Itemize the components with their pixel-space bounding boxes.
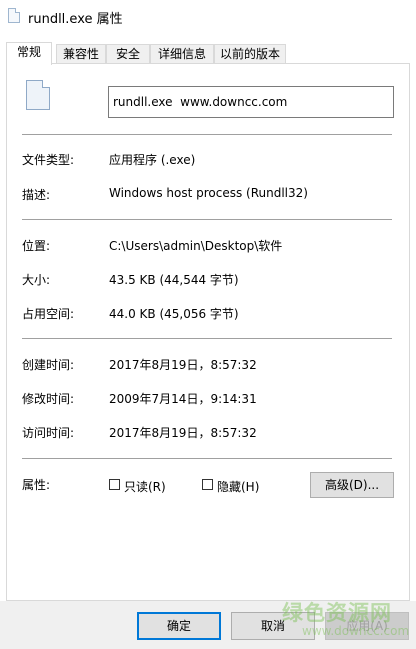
advanced-button[interactable]: 高级(D)... [310, 472, 394, 498]
tab-compatibility[interactable]: 兼容性 [56, 44, 106, 64]
cancel-button[interactable]: 取消 [231, 612, 315, 640]
tab-previous-versions[interactable]: 以前的版本 [214, 44, 286, 64]
attributes-label: 属性: [22, 478, 51, 492]
created-label: 创建时间: [22, 358, 75, 372]
modified-value: 2009年7月14日，9:14:31 [109, 392, 257, 406]
location-label: 位置: [22, 239, 51, 253]
size-on-disk-value: 44.0 KB (45,056 字节) [109, 307, 239, 321]
description-label: 描述: [22, 188, 51, 202]
file-icon [26, 80, 50, 110]
description-value: Windows host process (Rundll32) [109, 186, 308, 200]
file-icon [8, 8, 20, 23]
file-type-label: 文件类型: [22, 153, 75, 167]
tab-security[interactable]: 安全 [106, 44, 150, 64]
divider [22, 458, 392, 459]
title-bar[interactable]: rundll.exe 属性 [0, 0, 416, 32]
readonly-label[interactable]: 只读(R) [124, 478, 166, 495]
tab-general[interactable]: 常规 [6, 42, 52, 65]
divider [22, 219, 392, 220]
modified-label: 修改时间: [22, 392, 75, 406]
apply-button[interactable]: 应用(A) [325, 612, 409, 640]
window-title: rundll.exe 属性 [28, 12, 123, 27]
hidden-label[interactable]: 隐藏(H) [217, 478, 259, 495]
created-value: 2017年8月19日，8:57:32 [109, 358, 257, 372]
tab-details[interactable]: 详细信息 [150, 44, 214, 64]
general-panel [6, 63, 410, 601]
divider [22, 338, 392, 339]
file-type-value: 应用程序 (.exe) [109, 153, 196, 167]
hidden-checkbox[interactable] [202, 479, 213, 490]
size-label: 大小: [22, 273, 51, 287]
tab-strip: 常规 兼容性 安全 详细信息 以前的版本 [6, 42, 410, 65]
readonly-checkbox[interactable] [109, 479, 120, 490]
accessed-value: 2017年8月19日，8:57:32 [109, 426, 257, 440]
ok-button[interactable]: 确定 [137, 612, 221, 640]
file-name-input[interactable] [108, 86, 394, 118]
divider [22, 134, 392, 135]
location-value: C:\Users\admin\Desktop\软件 [109, 239, 283, 253]
accessed-label: 访问时间: [22, 426, 75, 440]
size-on-disk-label: 占用空间: [22, 307, 75, 321]
size-value: 43.5 KB (44,544 字节) [109, 273, 239, 287]
